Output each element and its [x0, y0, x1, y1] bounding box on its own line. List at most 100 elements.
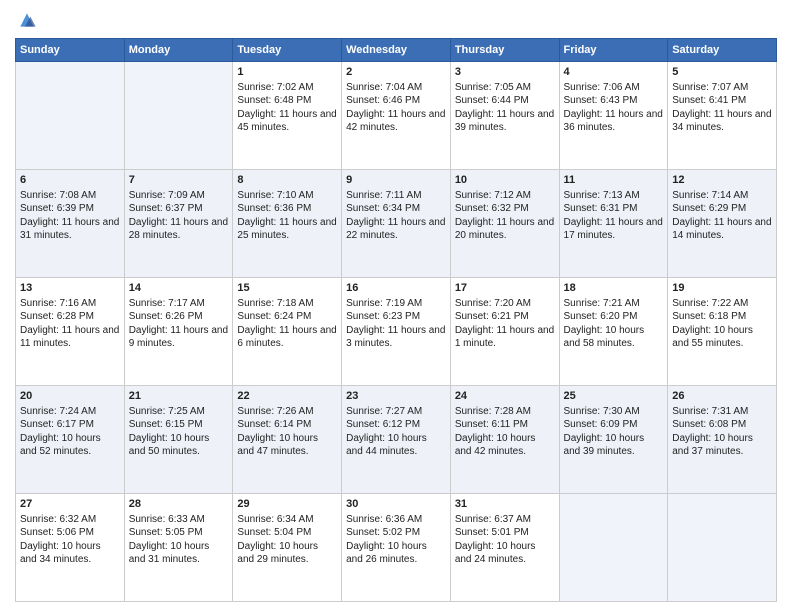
- daylight-text: Daylight: 11 hours and 45 minutes.: [237, 108, 337, 135]
- sunset-text: Sunset: 6:21 PM: [455, 310, 555, 324]
- day-number: 31: [455, 497, 555, 512]
- calendar-day-6: 6Sunrise: 7:08 AMSunset: 6:39 PMDaylight…: [16, 170, 125, 278]
- sunrise-text: Sunrise: 7:12 AM: [455, 189, 555, 203]
- calendar-day-29: 29Sunrise: 6:34 AMSunset: 5:04 PMDayligh…: [233, 494, 342, 602]
- sunset-text: Sunset: 6:08 PM: [672, 418, 772, 432]
- day-number: 11: [564, 173, 664, 188]
- sunset-text: Sunset: 5:04 PM: [237, 526, 337, 540]
- calendar-empty-cell: [16, 62, 125, 170]
- sunrise-text: Sunrise: 7:07 AM: [672, 81, 772, 95]
- calendar-header-friday: Friday: [559, 39, 668, 62]
- sunrise-text: Sunrise: 7:02 AM: [237, 81, 337, 95]
- daylight-text: Daylight: 10 hours and 29 minutes.: [237, 540, 337, 567]
- calendar-header-wednesday: Wednesday: [342, 39, 451, 62]
- day-number: 27: [20, 497, 120, 512]
- daylight-text: Daylight: 11 hours and 36 minutes.: [564, 108, 664, 135]
- logo-icon: [17, 10, 37, 30]
- daylight-text: Daylight: 10 hours and 37 minutes.: [672, 432, 772, 459]
- sunset-text: Sunset: 6:15 PM: [129, 418, 229, 432]
- calendar-header-sunday: Sunday: [16, 39, 125, 62]
- sunset-text: Sunset: 6:31 PM: [564, 202, 664, 216]
- calendar-header-tuesday: Tuesday: [233, 39, 342, 62]
- day-number: 12: [672, 173, 772, 188]
- sunrise-text: Sunrise: 7:05 AM: [455, 81, 555, 95]
- sunset-text: Sunset: 6:18 PM: [672, 310, 772, 324]
- page: SundayMondayTuesdayWednesdayThursdayFrid…: [0, 0, 792, 612]
- sunset-text: Sunset: 6:14 PM: [237, 418, 337, 432]
- calendar-day-22: 22Sunrise: 7:26 AMSunset: 6:14 PMDayligh…: [233, 386, 342, 494]
- sunrise-text: Sunrise: 7:25 AM: [129, 405, 229, 419]
- calendar-day-9: 9Sunrise: 7:11 AMSunset: 6:34 PMDaylight…: [342, 170, 451, 278]
- daylight-text: Daylight: 11 hours and 25 minutes.: [237, 216, 337, 243]
- sunrise-text: Sunrise: 7:16 AM: [20, 297, 120, 311]
- sunrise-text: Sunrise: 6:37 AM: [455, 513, 555, 527]
- day-number: 2: [346, 65, 446, 80]
- daylight-text: Daylight: 10 hours and 52 minutes.: [20, 432, 120, 459]
- header: [15, 10, 777, 30]
- calendar-week-row: 20Sunrise: 7:24 AMSunset: 6:17 PMDayligh…: [16, 386, 777, 494]
- sunrise-text: Sunrise: 6:34 AM: [237, 513, 337, 527]
- sunrise-text: Sunrise: 7:20 AM: [455, 297, 555, 311]
- calendar-table: SundayMondayTuesdayWednesdayThursdayFrid…: [15, 38, 777, 602]
- calendar-day-31: 31Sunrise: 6:37 AMSunset: 5:01 PMDayligh…: [450, 494, 559, 602]
- sunrise-text: Sunrise: 7:24 AM: [20, 405, 120, 419]
- day-number: 20: [20, 389, 120, 404]
- daylight-text: Daylight: 11 hours and 20 minutes.: [455, 216, 555, 243]
- sunset-text: Sunset: 5:05 PM: [129, 526, 229, 540]
- calendar-header-thursday: Thursday: [450, 39, 559, 62]
- sunrise-text: Sunrise: 7:27 AM: [346, 405, 446, 419]
- day-number: 5: [672, 65, 772, 80]
- daylight-text: Daylight: 11 hours and 6 minutes.: [237, 324, 337, 351]
- day-number: 9: [346, 173, 446, 188]
- sunrise-text: Sunrise: 7:28 AM: [455, 405, 555, 419]
- calendar-day-23: 23Sunrise: 7:27 AMSunset: 6:12 PMDayligh…: [342, 386, 451, 494]
- sunset-text: Sunset: 6:11 PM: [455, 418, 555, 432]
- calendar-day-4: 4Sunrise: 7:06 AMSunset: 6:43 PMDaylight…: [559, 62, 668, 170]
- daylight-text: Daylight: 11 hours and 11 minutes.: [20, 324, 120, 351]
- day-number: 28: [129, 497, 229, 512]
- sunrise-text: Sunrise: 6:36 AM: [346, 513, 446, 527]
- daylight-text: Daylight: 10 hours and 31 minutes.: [129, 540, 229, 567]
- daylight-text: Daylight: 10 hours and 26 minutes.: [346, 540, 446, 567]
- daylight-text: Daylight: 10 hours and 44 minutes.: [346, 432, 446, 459]
- sunset-text: Sunset: 6:34 PM: [346, 202, 446, 216]
- day-number: 23: [346, 389, 446, 404]
- daylight-text: Daylight: 11 hours and 22 minutes.: [346, 216, 446, 243]
- daylight-text: Daylight: 10 hours and 47 minutes.: [237, 432, 337, 459]
- logo: [15, 10, 37, 30]
- calendar-day-18: 18Sunrise: 7:21 AMSunset: 6:20 PMDayligh…: [559, 278, 668, 386]
- calendar-empty-cell: [668, 494, 777, 602]
- calendar-week-row: 1Sunrise: 7:02 AMSunset: 6:48 PMDaylight…: [16, 62, 777, 170]
- calendar-day-8: 8Sunrise: 7:10 AMSunset: 6:36 PMDaylight…: [233, 170, 342, 278]
- sunrise-text: Sunrise: 7:22 AM: [672, 297, 772, 311]
- sunset-text: Sunset: 6:23 PM: [346, 310, 446, 324]
- calendar-day-21: 21Sunrise: 7:25 AMSunset: 6:15 PMDayligh…: [124, 386, 233, 494]
- calendar-day-17: 17Sunrise: 7:20 AMSunset: 6:21 PMDayligh…: [450, 278, 559, 386]
- day-number: 17: [455, 281, 555, 296]
- sunset-text: Sunset: 6:32 PM: [455, 202, 555, 216]
- day-number: 19: [672, 281, 772, 296]
- sunset-text: Sunset: 6:48 PM: [237, 94, 337, 108]
- calendar-day-3: 3Sunrise: 7:05 AMSunset: 6:44 PMDaylight…: [450, 62, 559, 170]
- calendar-empty-cell: [559, 494, 668, 602]
- calendar-week-row: 27Sunrise: 6:32 AMSunset: 5:06 PMDayligh…: [16, 494, 777, 602]
- calendar-day-10: 10Sunrise: 7:12 AMSunset: 6:32 PMDayligh…: [450, 170, 559, 278]
- daylight-text: Daylight: 10 hours and 58 minutes.: [564, 324, 664, 351]
- day-number: 16: [346, 281, 446, 296]
- daylight-text: Daylight: 11 hours and 1 minute.: [455, 324, 555, 351]
- sunrise-text: Sunrise: 7:14 AM: [672, 189, 772, 203]
- sunset-text: Sunset: 6:46 PM: [346, 94, 446, 108]
- sunset-text: Sunset: 6:29 PM: [672, 202, 772, 216]
- daylight-text: Daylight: 11 hours and 34 minutes.: [672, 108, 772, 135]
- daylight-text: Daylight: 10 hours and 34 minutes.: [20, 540, 120, 567]
- calendar-day-20: 20Sunrise: 7:24 AMSunset: 6:17 PMDayligh…: [16, 386, 125, 494]
- daylight-text: Daylight: 11 hours and 31 minutes.: [20, 216, 120, 243]
- daylight-text: Daylight: 11 hours and 14 minutes.: [672, 216, 772, 243]
- sunset-text: Sunset: 6:43 PM: [564, 94, 664, 108]
- calendar-day-30: 30Sunrise: 6:36 AMSunset: 5:02 PMDayligh…: [342, 494, 451, 602]
- calendar-header-monday: Monday: [124, 39, 233, 62]
- day-number: 7: [129, 173, 229, 188]
- calendar-week-row: 6Sunrise: 7:08 AMSunset: 6:39 PMDaylight…: [16, 170, 777, 278]
- daylight-text: Daylight: 11 hours and 17 minutes.: [564, 216, 664, 243]
- day-number: 18: [564, 281, 664, 296]
